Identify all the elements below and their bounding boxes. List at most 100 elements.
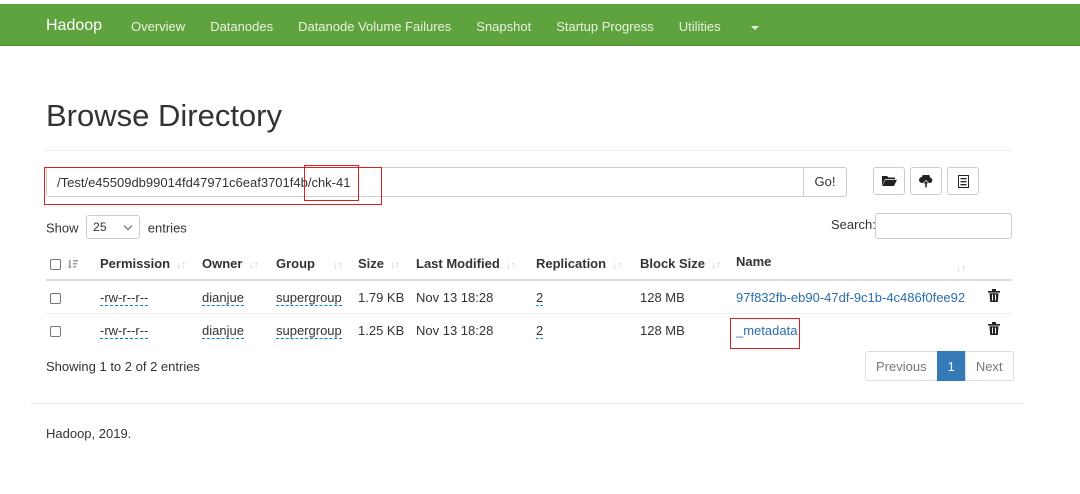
footer-divider <box>30 403 1024 404</box>
sort-ascending-icon[interactable] <box>67 259 79 270</box>
file-table: Permission ↓↑ Owner ↓↑ Group ↓↑ Size ↓↑ Last… <box>46 248 1012 346</box>
search-label: Search: <box>831 217 876 232</box>
group-value[interactable]: supergroup <box>276 289 342 306</box>
file-name-link[interactable]: 97f832fb-eb90-47df-9c1b-4c486f0fee92 <box>736 290 965 305</box>
group-value[interactable]: supergroup <box>276 322 342 339</box>
row-checkbox[interactable] <box>50 325 61 337</box>
page-size-value: 25 <box>93 220 107 234</box>
highlight-box <box>730 318 800 349</box>
header-block-size[interactable]: Block Size ↓↑ <box>636 248 732 281</box>
page-1-button[interactable]: 1 <box>936 351 966 381</box>
group-cell: supergroup <box>272 313 354 346</box>
trash-icon[interactable] <box>988 289 1000 302</box>
highlight-box <box>304 165 359 201</box>
replication-cell: 2 <box>532 313 636 346</box>
permission-cell: -rw-r--r-- <box>96 313 198 346</box>
permission-cell: -rw-r--r-- <box>96 279 198 314</box>
sort-icon: ↓↑ <box>248 260 259 271</box>
header-size-label: Size <box>358 256 385 271</box>
sort-icon: ↓↑ <box>711 260 722 271</box>
list-icon <box>957 174 969 188</box>
nav-links: Overview Datanodes Datanode Volume Failu… <box>131 19 809 34</box>
nav-datanodes[interactable]: Datanodes <box>210 19 273 34</box>
search-input[interactable] <box>875 213 1012 239</box>
owner-value[interactable]: dianjue <box>202 289 244 306</box>
owner-value[interactable]: dianjue <box>202 322 244 339</box>
caret-down-icon <box>750 25 759 30</box>
permission-value[interactable]: -rw-r--r-- <box>100 289 149 306</box>
header-name[interactable]: Name ↓↑ <box>732 248 984 281</box>
modified-cell: Nov 13 18:28 <box>412 279 532 314</box>
owner-cell: dianjue <box>198 279 272 314</box>
sort-icon: ↓↑ <box>333 260 343 271</box>
sort-icon: ↓↑ <box>390 260 401 271</box>
nav-overview[interactable]: Overview <box>131 19 185 34</box>
show-label: Show <box>46 220 79 236</box>
replication-value[interactable]: 2 <box>536 322 544 339</box>
block-size-cell: 128 MB <box>636 313 732 346</box>
entries-label: entries <box>147 220 187 236</box>
header-replication[interactable]: Replication ↓↑ <box>532 248 636 281</box>
table-row: -rw-r--r-- dianjue supergroup 1.79 KB No… <box>46 279 1012 314</box>
nav-utilities-dropdown[interactable]: Utilities <box>679 19 784 34</box>
previous-page-button[interactable]: Previous <box>865 351 938 381</box>
row-select-cell <box>46 279 96 314</box>
table-info: Showing 1 to 2 of 2 entries <box>46 359 200 374</box>
entries-length-control: Show 25 entries <box>46 215 187 241</box>
nav-snapshot[interactable]: Snapshot <box>476 19 531 34</box>
header-name-label: Name <box>736 253 772 269</box>
header-group[interactable]: Group ↓↑ <box>272 248 354 281</box>
brand-logo[interactable]: Hadoop <box>46 17 102 35</box>
next-page-button[interactable]: Next <box>964 351 1014 381</box>
actions-cell <box>984 313 1012 346</box>
block-size-cell: 128 MB <box>636 279 732 314</box>
replication-cell: 2 <box>532 279 636 314</box>
sort-icon: ↓↑ <box>612 260 623 271</box>
group-cell: supergroup <box>272 279 354 314</box>
header-block-size-label: Block Size <box>640 256 706 271</box>
upload-icon <box>919 174 933 187</box>
upload-button[interactable] <box>910 167 942 195</box>
navbar: Hadoop Overview Datanodes Datanode Volum… <box>0 4 1080 46</box>
page-size-select[interactable]: 25 <box>86 215 141 239</box>
header-actions <box>984 248 1012 281</box>
divider <box>44 150 1012 151</box>
table-header-row: Permission ↓↑ Owner ↓↑ Group ↓↑ Size ↓↑ Last… <box>46 248 1012 281</box>
name-cell: 97f832fb-eb90-47df-9c1b-4c486f0fee92 <box>732 279 984 314</box>
header-size[interactable]: Size ↓↑ <box>354 248 412 281</box>
select-all-checkbox[interactable] <box>50 259 61 271</box>
go-button[interactable]: Go! <box>803 167 847 197</box>
sort-icon: ↓↑ <box>176 260 187 271</box>
nav-utilities-label: Utilities <box>678 19 721 34</box>
list-view-button[interactable] <box>947 167 979 195</box>
sort-icon: ↓↑ <box>505 260 516 271</box>
header-permission-label: Permission <box>100 256 171 271</box>
nav-startup-progress[interactable]: Startup Progress <box>556 19 654 34</box>
footer-text: Hadoop, 2019. <box>46 426 132 441</box>
header-last-modified[interactable]: Last Modified ↓↑ <box>412 248 532 281</box>
pagination: Previous 1 Next <box>865 351 1014 381</box>
header-group-label: Group <box>276 256 315 271</box>
nav-volume-failures[interactable]: Datanode Volume Failures <box>298 19 451 34</box>
folder-icon <box>881 176 897 186</box>
row-checkbox[interactable] <box>50 292 61 304</box>
header-owner-label: Owner <box>202 256 243 271</box>
trash-icon[interactable] <box>988 322 1000 335</box>
create-directory-button[interactable] <box>873 167 905 195</box>
owner-cell: dianjue <box>198 313 272 346</box>
header-replication-label: Replication <box>536 256 607 271</box>
size-cell: 1.79 KB <box>354 279 412 314</box>
header-last-modified-label: Last Modified <box>416 256 500 271</box>
row-select-cell <box>46 313 96 346</box>
size-cell: 1.25 KB <box>354 313 412 346</box>
table-row: -rw-r--r-- dianjue supergroup 1.25 KB No… <box>46 313 1012 346</box>
permission-value[interactable]: -rw-r--r-- <box>100 322 149 339</box>
header-permission[interactable]: Permission ↓↑ <box>96 248 198 281</box>
header-owner[interactable]: Owner ↓↑ <box>198 248 272 281</box>
page-title: Browse Directory <box>46 98 282 133</box>
sort-icon: ↓↑ <box>956 262 966 274</box>
chevron-down-icon <box>123 221 133 231</box>
select-all-header <box>46 248 96 281</box>
actions-cell <box>984 279 1012 314</box>
replication-value[interactable]: 2 <box>536 289 544 306</box>
